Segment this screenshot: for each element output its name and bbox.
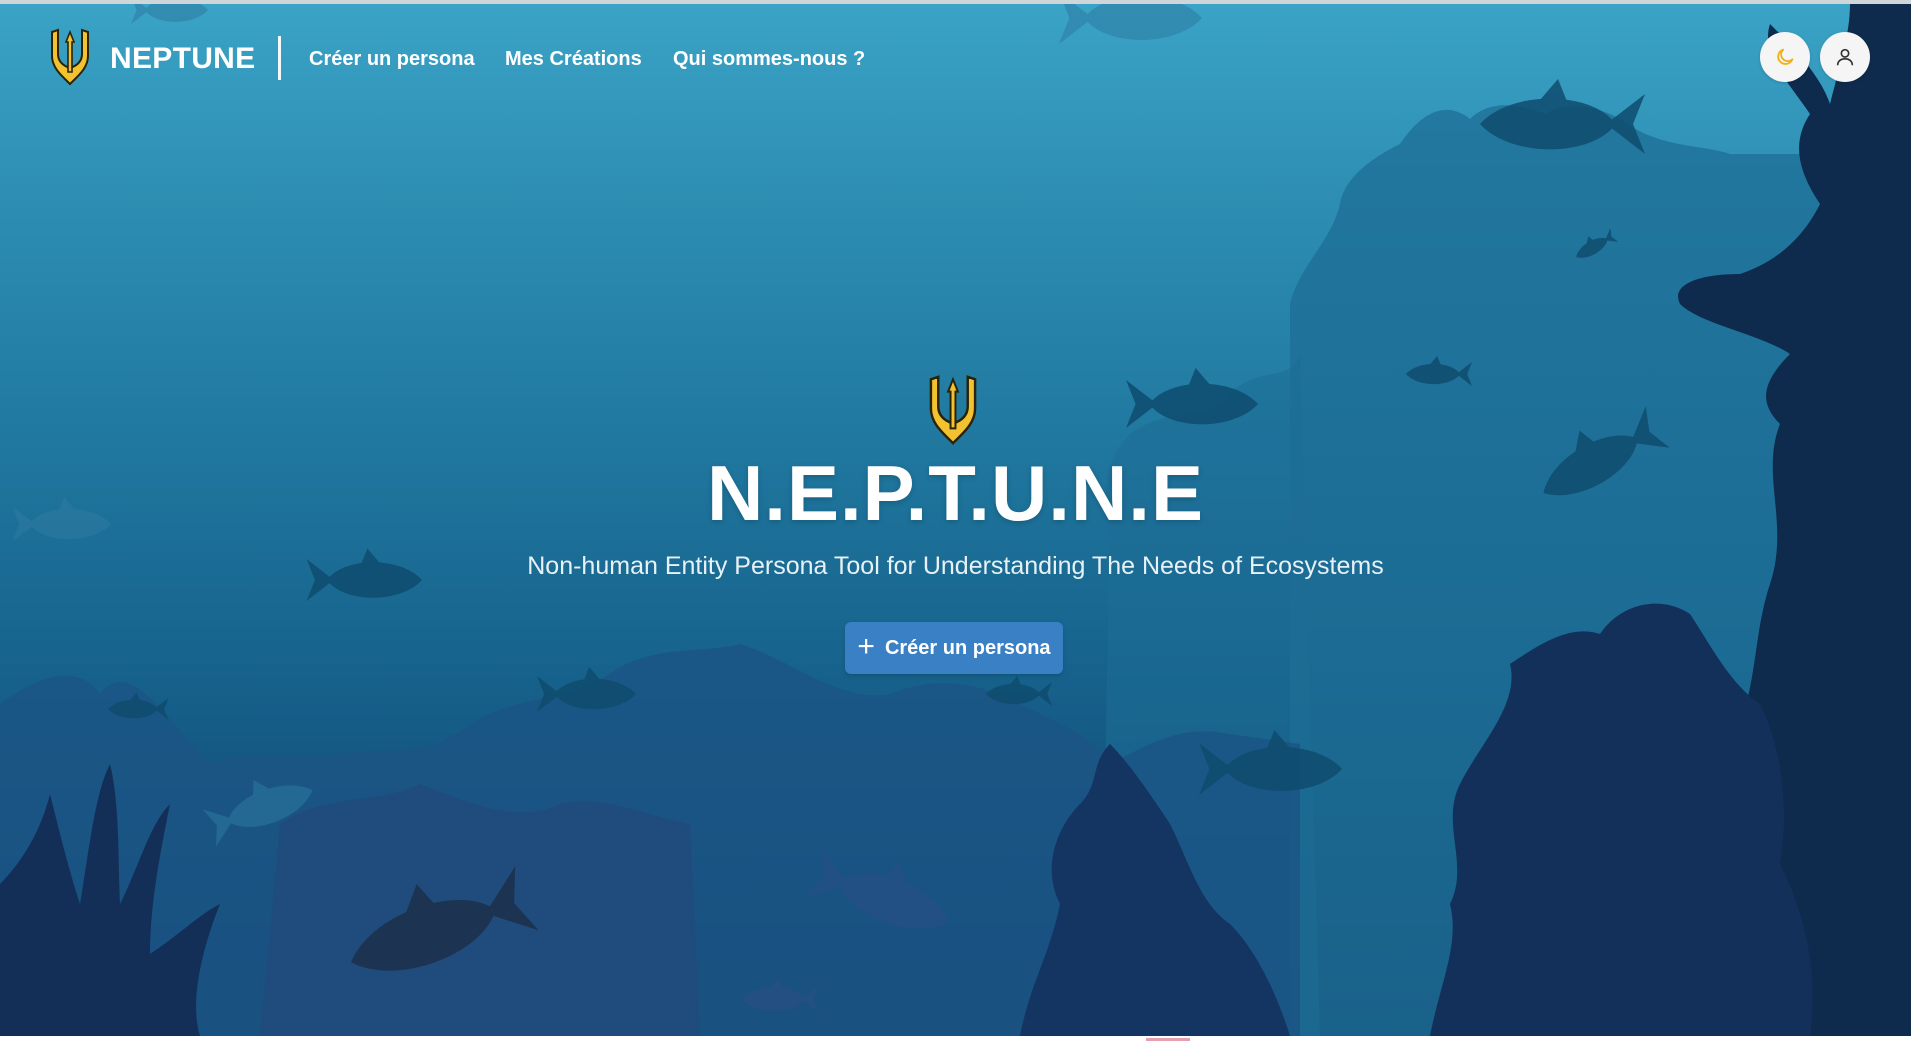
create-persona-button-label: Créer un persona bbox=[884, 636, 1051, 659]
page-bottom-strip bbox=[0, 1036, 1911, 1042]
trident-hero-icon bbox=[929, 375, 977, 445]
page: NEPTUNE Créer un persona Mes Créations Q… bbox=[0, 0, 1911, 1042]
bottom-indicator bbox=[1146, 1038, 1190, 1041]
nav-divider bbox=[278, 36, 281, 80]
hero-subtitle: Non-human Entity Persona Tool for Unders… bbox=[527, 552, 1384, 580]
theme-toggle-button[interactable] bbox=[1760, 32, 1810, 82]
hero-title: N.E.P.T.U.N.E bbox=[706, 449, 1205, 537]
moon-icon bbox=[1777, 48, 1794, 65]
trident-logo-icon[interactable] bbox=[48, 28, 92, 86]
account-button[interactable] bbox=[1820, 32, 1870, 82]
create-persona-button[interactable]: + Créer un persona bbox=[845, 622, 1063, 674]
brand-name[interactable]: NEPTUNE bbox=[110, 42, 255, 76]
plus-icon: + bbox=[857, 629, 875, 663]
nav-link-create-persona[interactable]: Créer un persona bbox=[309, 48, 475, 71]
top-navigation: NEPTUNE Créer un persona Mes Créations Q… bbox=[0, 4, 1911, 108]
hero-section: NEPTUNE Créer un persona Mes Créations Q… bbox=[0, 4, 1911, 1036]
user-icon bbox=[1836, 48, 1854, 66]
nav-link-about-us[interactable]: Qui sommes-nous ? bbox=[673, 48, 865, 71]
nav-link-my-creations[interactable]: Mes Créations bbox=[505, 48, 642, 71]
